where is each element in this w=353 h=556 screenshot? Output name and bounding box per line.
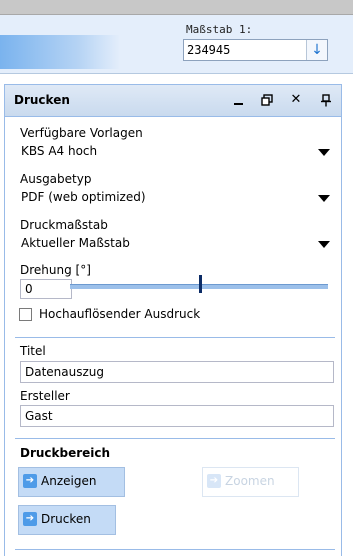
- pin-icon[interactable]: [318, 92, 334, 108]
- arrow-down-icon[interactable]: ↓: [306, 40, 327, 60]
- rotation-input[interactable]: 0: [20, 279, 72, 299]
- panel-title: Drucken: [14, 93, 70, 107]
- arrow-right-icon: ➔: [23, 512, 37, 526]
- minimize-icon[interactable]: [231, 92, 247, 108]
- chevron-down-icon[interactable]: [318, 149, 330, 156]
- chevron-down-icon[interactable]: [318, 195, 330, 202]
- scale-label: Maßstab 1:: [186, 23, 253, 36]
- author-label: Ersteller: [20, 389, 70, 403]
- zoom-button[interactable]: ➔ Zoomen: [202, 467, 299, 497]
- rotation-label: Drehung [°]: [20, 263, 91, 277]
- map-toolbar: Maßstab 1: 234945 ↓: [0, 15, 353, 74]
- zoom-button-label: Zoomen: [225, 474, 275, 488]
- toolbar-gradient: [0, 35, 120, 69]
- output-type-select[interactable]: PDF (web optimized): [18, 189, 334, 207]
- print-button-label: Drucken: [41, 512, 91, 526]
- print-scale-label: Druckmaßstab: [20, 218, 108, 232]
- divider: [15, 438, 335, 439]
- close-icon[interactable]: ✕: [288, 92, 304, 108]
- author-input[interactable]: Gast: [20, 405, 334, 427]
- top-strip: [0, 0, 353, 15]
- output-type-value: PDF (web optimized): [21, 190, 146, 204]
- divider: [15, 549, 335, 550]
- arrow-right-icon: ➔: [23, 474, 37, 488]
- arrow-right-icon: ➔: [207, 474, 221, 488]
- high-res-label: Hochauflösender Ausdruck: [39, 307, 201, 321]
- high-res-checkbox[interactable]: [19, 308, 32, 321]
- scale-value[interactable]: 234945: [187, 43, 230, 57]
- templates-label: Verfügbare Vorlagen: [20, 126, 143, 140]
- templates-value: KBS A4 hoch: [21, 144, 98, 158]
- rotation-slider-thumb[interactable]: [199, 275, 202, 293]
- panel-header: Drucken ✕: [5, 85, 341, 117]
- print-button[interactable]: ➔ Drucken: [18, 505, 116, 535]
- title-value[interactable]: Datenauszug: [25, 365, 104, 379]
- print-scale-value: Aktueller Maßstab: [21, 236, 130, 250]
- output-type-label: Ausgabetyp: [20, 172, 92, 186]
- show-button-label: Anzeigen: [41, 474, 97, 488]
- title-label: Titel: [20, 344, 46, 358]
- scale-input[interactable]: 234945 ↓: [183, 39, 328, 61]
- divider: [15, 337, 335, 338]
- show-button[interactable]: ➔ Anzeigen: [18, 467, 125, 497]
- print-panel: Drucken ✕ Verfügbare Vorlagen KBS A4 hoc…: [4, 84, 342, 556]
- restore-icon[interactable]: [259, 92, 275, 108]
- title-input[interactable]: Datenauszug: [20, 361, 334, 383]
- print-scale-select[interactable]: Aktueller Maßstab: [18, 235, 334, 253]
- rotation-value[interactable]: 0: [25, 282, 33, 296]
- print-area-title: Druckbereich: [20, 446, 111, 460]
- chevron-down-icon[interactable]: [318, 241, 330, 248]
- templates-select[interactable]: KBS A4 hoch: [18, 143, 334, 161]
- author-value[interactable]: Gast: [25, 409, 53, 423]
